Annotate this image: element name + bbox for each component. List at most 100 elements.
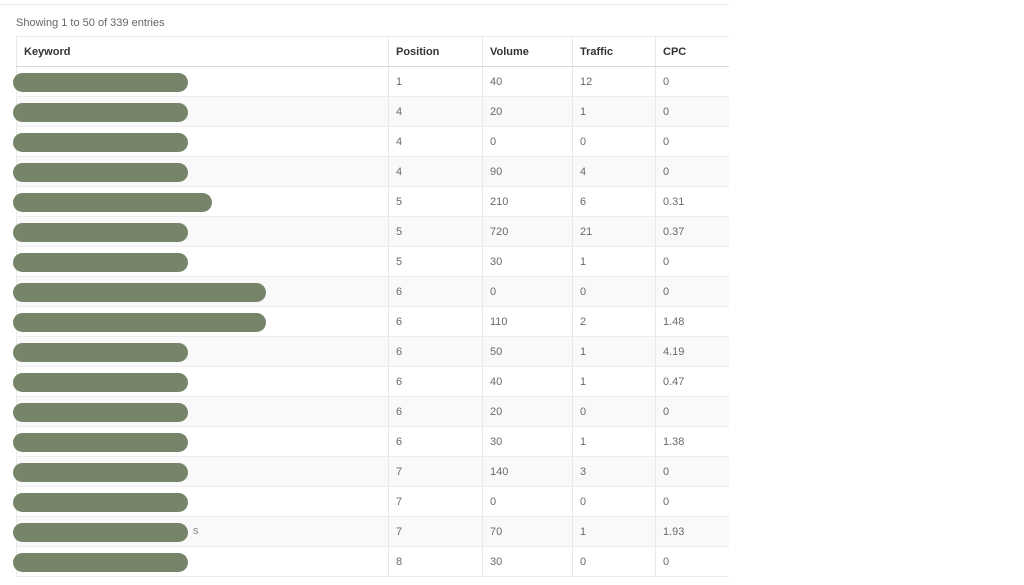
cpc-cell: 0 — [655, 96, 729, 127]
cpc-cell: 0 — [655, 246, 729, 277]
table-row: 6 20 0 0 — [13, 396, 729, 427]
volume-cell: 0 — [482, 486, 573, 517]
keyword-cell — [13, 366, 389, 397]
volume-cell: 40 — [482, 366, 573, 397]
traffic-cell: 2 — [572, 306, 656, 337]
redaction-overlay — [13, 433, 188, 452]
table-row: 7000 — [13, 486, 729, 517]
keyword-table: Keyword Position Volume Traffic CPC 1 40 1… — [13, 36, 729, 577]
traffic-cell: 1 — [572, 336, 656, 367]
cpc-cell: 0 — [655, 396, 729, 427]
column-header-traffic[interactable]: Traffic — [572, 36, 656, 67]
redaction-overlay — [13, 403, 188, 422]
keyword-table-panel: Showing 1 to 50 of 339 entries Keyword P… — [0, 0, 729, 580]
cpc-cell: 0 — [655, 456, 729, 487]
volume-cell: 20 — [482, 396, 573, 427]
redaction-overlay — [13, 253, 188, 272]
traffic-cell: 12 — [572, 66, 656, 97]
volume-cell: 30 — [482, 426, 573, 457]
volume-cell: 110 — [482, 306, 573, 337]
keyword-cell — [13, 396, 389, 427]
cpc-cell: 0 — [655, 486, 729, 517]
redaction-overlay — [13, 343, 188, 362]
traffic-cell: 0 — [572, 126, 656, 157]
position-cell: 4 — [388, 126, 483, 157]
traffic-cell: 1 — [572, 426, 656, 457]
traffic-cell: 0 — [572, 486, 656, 517]
volume-cell: 720 — [482, 216, 573, 247]
table-row: 4 20 1 0 — [13, 96, 729, 127]
position-cell: 6 — [388, 426, 483, 457]
traffic-cell: 1 — [572, 246, 656, 277]
position-cell: 7 — [388, 486, 483, 517]
table-row: 5 210 6 0.31 — [13, 186, 729, 217]
position-cell: 7 — [388, 516, 483, 547]
volume-cell: 20 — [482, 96, 573, 127]
traffic-cell: 6 — [572, 186, 656, 217]
column-header-position[interactable]: Position — [388, 36, 483, 67]
cpc-cell: 1.38 — [655, 426, 729, 457]
redaction-overlay — [13, 523, 188, 542]
column-header-cpc[interactable]: CPC — [655, 36, 729, 67]
volume-cell: 50 — [482, 336, 573, 367]
position-cell: 4 — [388, 156, 483, 187]
keyword-cell — [13, 276, 389, 307]
cpc-cell: 1.48 — [655, 306, 729, 337]
traffic-cell: 21 — [572, 216, 656, 247]
position-cell: 5 — [388, 186, 483, 217]
volume-cell: 40 — [482, 66, 573, 97]
position-cell: 6 — [388, 306, 483, 337]
volume-cell: 140 — [482, 456, 573, 487]
position-cell: 6 — [388, 276, 483, 307]
position-cell: 7 — [388, 456, 483, 487]
cpc-cell: 4.19 — [655, 336, 729, 367]
traffic-cell: 0 — [572, 276, 656, 307]
traffic-cell: 0 — [572, 396, 656, 427]
keyword-cell — [13, 96, 389, 127]
keyword-cell — [13, 126, 389, 157]
position-cell: 4 — [388, 96, 483, 127]
position-cell: 5 — [388, 246, 483, 277]
position-cell: 6 — [388, 366, 483, 397]
table-body: 1 40 12 0 4 20 1 0 4 0 0 0 4 90 4 0 5 210 6 0.31 5 720 21 0.37 5… — [13, 66, 729, 577]
volume-cell: 0 — [482, 126, 573, 157]
keyword-cell — [13, 306, 389, 337]
position-cell: 6 — [388, 336, 483, 367]
redaction-overlay — [13, 313, 266, 332]
keyword-cell — [13, 546, 389, 577]
column-header-keyword[interactable]: Keyword — [16, 36, 389, 67]
table-row: s 7 70 1 1.93 — [13, 516, 729, 547]
keyword-cell — [13, 186, 389, 217]
keyword-cell: s — [13, 516, 389, 547]
table-row: 6 50 1 4.19 — [13, 336, 729, 367]
position-cell: 1 — [388, 66, 483, 97]
cpc-cell: 0.47 — [655, 366, 729, 397]
volume-cell: 70 — [482, 516, 573, 547]
volume-cell: 210 — [482, 186, 573, 217]
redaction-overlay — [13, 73, 188, 92]
volume-cell: 0 — [482, 276, 573, 307]
table-row: 6000 — [13, 276, 729, 307]
table-row: 4 90 4 0 — [13, 156, 729, 187]
table-header-row: Keyword Position Volume Traffic CPC — [16, 36, 729, 67]
redaction-overlay — [13, 553, 188, 572]
cpc-cell: 0 — [655, 546, 729, 577]
keyword-cell — [13, 246, 389, 277]
redaction-overlay — [13, 103, 188, 122]
keyword-cell — [13, 156, 389, 187]
position-cell: 5 — [388, 216, 483, 247]
keyword-cell — [13, 456, 389, 487]
table-row: 8 30 0 0 — [13, 546, 729, 577]
position-cell: 6 — [388, 396, 483, 427]
cpc-cell: 0 — [655, 66, 729, 97]
table-row: 4000 — [13, 126, 729, 157]
traffic-cell: 1 — [572, 96, 656, 127]
top-divider — [0, 4, 729, 5]
redaction-overlay — [13, 163, 188, 182]
column-header-volume[interactable]: Volume — [482, 36, 573, 67]
cpc-cell: 0 — [655, 156, 729, 187]
table-row: 6 110 2 1.48 — [13, 306, 729, 337]
table-info: Showing 1 to 50 of 339 entries — [16, 17, 165, 29]
redaction-overlay — [13, 133, 188, 152]
keyword-text: s — [193, 525, 199, 537]
